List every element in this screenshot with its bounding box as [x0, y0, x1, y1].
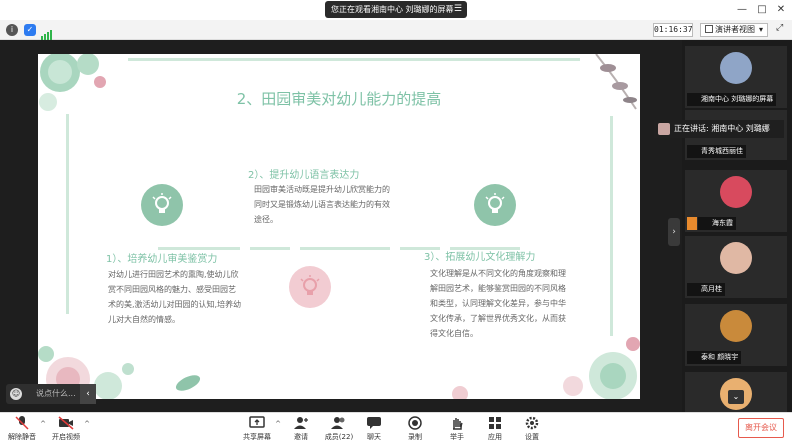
participant-name: 泰和 颜晓宇 [687, 351, 742, 364]
scroll-down-icon[interactable]: ⌄ [728, 390, 744, 404]
leaf-decoration-bottom [175, 375, 201, 391]
chat-button[interactable]: 聊天 [352, 416, 396, 442]
view-mode-dropdown[interactable]: 演讲者视图 ▾ [700, 23, 768, 37]
frame-line-top [128, 58, 580, 61]
participant-name: 青秀城西丽佳 [687, 145, 746, 158]
chevron-down-icon: ▾ [758, 25, 763, 34]
lightbulb-circle-center [289, 266, 331, 308]
participant-tile[interactable]: 泰和 颜晓宇 [685, 304, 787, 366]
section-2-body: 田园审美活动既是提升幼儿欣赏能力的同时又是锻炼幼儿语言表达能力的有效途径。 [254, 185, 390, 224]
close-window-button[interactable]: ✕ [773, 2, 789, 18]
mic-muted-icon [15, 416, 29, 430]
shell-decoration-bottom [452, 386, 468, 399]
avatar [720, 242, 752, 274]
unmute-button[interactable]: 解除静音 ^ [0, 416, 46, 442]
shared-screen-area: 2、田园审美对幼儿能力的提高 2）、提升幼儿语言表达力 田园审美活动既是提升幼儿… [0, 40, 682, 412]
participants-panel: 湘南中心 刘璐娜的屏幕 青秀城西丽佳 海东霞 高月桂 泰和 颜晓宇 [682, 40, 792, 412]
share-screen-label: 共享屏幕 [243, 433, 271, 441]
slide-title: 2、田园审美对幼儿能力的提高 [236, 90, 442, 108]
shield-icon[interactable]: ✓ [24, 24, 36, 36]
fullscreen-icon[interactable]: ⤢ [776, 23, 783, 33]
chat-label: 聊天 [367, 433, 381, 441]
frame-line-right [610, 116, 613, 336]
settings-icon [525, 416, 539, 430]
participant-name: 高月桂 [687, 283, 725, 296]
participant-tile[interactable]: 高月桂 [685, 236, 787, 298]
divider-segment-2 [250, 247, 290, 250]
frame-line-left [66, 114, 69, 314]
title-bar: 您正在观看湘南中心 刘璐娜的屏幕 ☰ — □ ✕ [0, 0, 792, 20]
invite-icon [294, 417, 308, 429]
collapse-chat-icon[interactable]: ‹ [80, 384, 96, 404]
lightbulb-icon [152, 193, 172, 213]
lightbulb-icon [485, 193, 505, 213]
participant-name: 湘南中心 刘璐娜的屏幕 [687, 93, 777, 106]
share-screen-button[interactable]: 共享屏幕 ^ [235, 416, 281, 442]
lightbulb-circle-left [141, 184, 183, 226]
share-notice-text: 您正在观看湘南中心 刘璐娜的屏幕 [331, 5, 454, 14]
signal-icon[interactable] [41, 25, 53, 40]
avatar [720, 176, 752, 208]
start-video-label: 开启视频 [52, 433, 80, 441]
section-2-heading: 2）、提升幼儿语言表达力 [248, 170, 360, 181]
chevron-up-icon[interactable]: ^ [84, 420, 90, 428]
share-screen-icon [249, 416, 265, 428]
info-icon[interactable]: i [6, 24, 18, 36]
speaking-banner: 正在讲话: 湘南中心 刘璐娜 [654, 120, 784, 138]
chat-input-pill[interactable]: ☺ 说点什么... ‹ [6, 384, 96, 404]
bottom-toolbar: 解除静音 ^ 开启视频 ^ 共享屏幕 ^ 邀请 成员(22) 聊天 录制 举手 … [0, 412, 792, 444]
record-icon [408, 416, 422, 430]
speaker-avatar [658, 123, 670, 135]
record-button[interactable]: 录制 [393, 416, 437, 442]
meeting-window: 您正在观看湘南中心 刘璐娜的屏幕 ☰ — □ ✕ i ✓ 01:16:37 演讲… [0, 0, 792, 444]
participant-tile[interactable]: 湘南中心 刘璐娜的屏幕 [685, 46, 787, 108]
leave-meeting-button[interactable]: 离开会议 [738, 418, 784, 438]
avatar [720, 310, 752, 342]
members-icon [331, 417, 345, 429]
status-bar: i ✓ 01:16:37 演讲者视图 ▾ ⤢ [0, 20, 792, 40]
menu-lines-icon[interactable]: ☰ [454, 1, 462, 18]
smile-icon[interactable]: ☺ [10, 388, 22, 400]
view-mode-label: 演讲者视图 [715, 25, 755, 34]
avatar [720, 52, 752, 84]
speaking-text: 正在讲话: 湘南中心 刘璐娜 [674, 124, 770, 133]
section-3-heading: 3）、拓展幼儿文化理解力 [424, 252, 536, 263]
lightbulb-circle-right [474, 184, 516, 226]
screen-share-notice[interactable]: 您正在观看湘南中心 刘璐娜的屏幕 ☰ [325, 1, 467, 18]
meeting-timer: 01:16:37 [653, 23, 693, 37]
section-1-heading: 1）、培养幼儿审美鉴赏力 [106, 254, 218, 265]
lightbulb-icon [300, 275, 320, 295]
apps-icon [489, 417, 501, 429]
chat-placeholder[interactable]: 说点什么... [36, 384, 76, 404]
view-mode-grid-icon [705, 25, 713, 33]
minimize-button[interactable]: — [734, 2, 750, 18]
participant-tile[interactable]: 海东霞 [685, 170, 787, 232]
section-3-body: 文化理解是从不同文化的角度观察和理解田园艺术，能够鉴赏田园的不同风格和类型，认同… [430, 269, 566, 338]
section-1-body: 对幼儿进行田园艺术的熏陶,使幼儿欣赏不同田园风格的魅力、感受田园艺术的美,激活幼… [108, 270, 242, 324]
maximize-button[interactable]: □ [754, 2, 770, 18]
unmute-label: 解除静音 [8, 433, 36, 441]
settings-button[interactable]: 设置 [510, 416, 554, 442]
participant-name: 海东霞 [698, 217, 736, 230]
sidebar-toggle-button[interactable]: › [668, 218, 680, 246]
record-label: 录制 [408, 433, 422, 441]
chat-icon [367, 417, 381, 429]
presentation-slide: 2、田园审美对幼儿能力的提高 2）、提升幼儿语言表达力 田园审美活动既是提升幼儿… [38, 54, 640, 399]
start-video-button[interactable]: 开启视频 ^ [44, 416, 90, 442]
divider-segment-3 [300, 247, 390, 250]
host-badge-icon [687, 217, 697, 230]
camera-off-icon [58, 416, 74, 430]
settings-label: 设置 [525, 433, 539, 441]
hand-icon [453, 418, 463, 430]
